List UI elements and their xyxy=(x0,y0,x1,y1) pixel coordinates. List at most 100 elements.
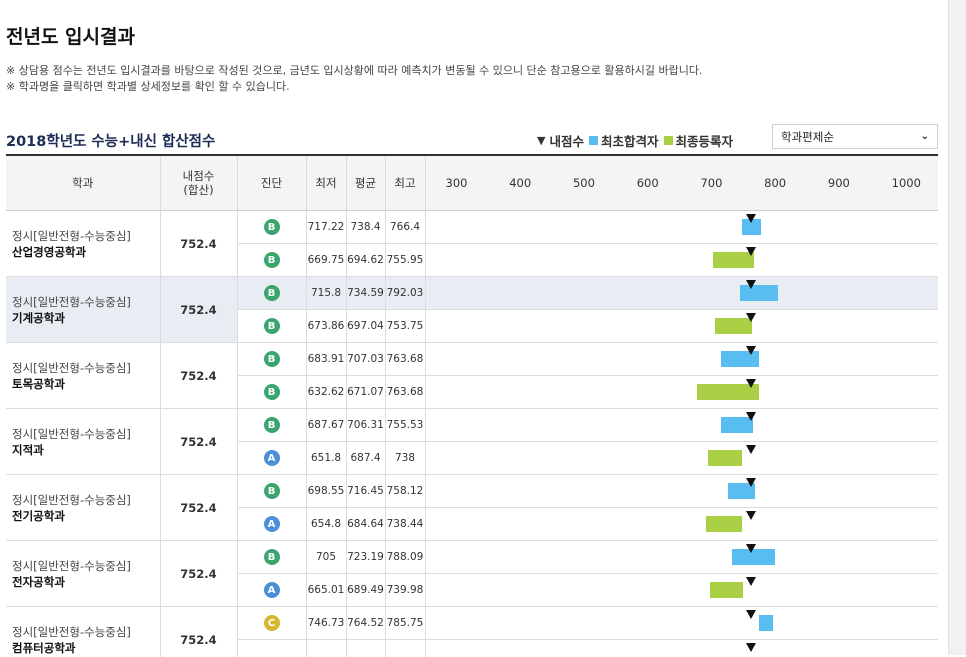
table-header-row: 학과 내점수 (합산) 진단 최저 평균 최고 3004005006007008… xyxy=(6,156,938,211)
score-range-chart xyxy=(425,640,938,657)
table-row: 정시[일반전형-수능중심]전자공학과752.4B705723.19788.09 xyxy=(6,541,938,574)
max-score-cell: 785.75 xyxy=(385,607,425,640)
min-score-cell: 705 xyxy=(306,541,346,574)
final-reg-bar xyxy=(708,450,742,466)
min-score-cell: 665.01 xyxy=(306,574,346,607)
avg-score-cell: 716.45 xyxy=(346,475,385,508)
diag-badge-b: B xyxy=(264,285,280,301)
my-score-cell: 752.4 xyxy=(160,409,237,475)
header-avg: 평균 xyxy=(346,156,385,211)
header-my-score: 내점수 (합산) xyxy=(160,156,237,211)
max-score-cell: 792.03 xyxy=(385,277,425,310)
dept-name-link[interactable]: 컴퓨터공학과 xyxy=(12,640,154,656)
avg-score-cell: 697.04 xyxy=(346,310,385,343)
diag-cell: A xyxy=(237,574,306,607)
my-score-marker xyxy=(746,214,756,223)
diag-cell: B xyxy=(237,310,306,343)
scale-tick-300: 300 xyxy=(446,176,468,190)
dept-name-link[interactable]: 기계공학과 xyxy=(12,310,154,326)
avg-score-cell: 694.62 xyxy=(346,244,385,277)
dept-cell[interactable]: 정시[일반전형-수능중심]산업경영공학과 xyxy=(6,211,160,277)
max-score-cell: 763.68 xyxy=(385,376,425,409)
diag-badge-b: B xyxy=(264,483,280,499)
dept-category: 정시[일반전형-수능중심] xyxy=(12,624,154,640)
diag-badge-b: B xyxy=(264,252,280,268)
diag-badge-b: B xyxy=(264,318,280,334)
dept-category: 정시[일반전형-수능중심] xyxy=(12,492,154,508)
min-score-cell: 687.67 xyxy=(306,409,346,442)
first-pass-bar xyxy=(740,285,778,301)
dept-cell[interactable]: 정시[일반전형-수능중심]기계공학과 xyxy=(6,277,160,343)
dept-name-link[interactable]: 토목공학과 xyxy=(12,376,154,392)
score-range-chart xyxy=(425,376,938,409)
dept-cell[interactable]: 정시[일반전형-수능중심]토목공학과 xyxy=(6,343,160,409)
my-score-marker xyxy=(746,610,756,619)
table-row: 정시[일반전형-수능중심]지적과752.4B687.67706.31755.53 xyxy=(6,409,938,442)
my-score-marker xyxy=(746,379,756,388)
chevron-down-icon: ⌄ xyxy=(921,131,929,142)
notice-reference: ※ 상담용 점수는 전년도 입시결과를 바탕으로 작성된 것으로, 금년도 입시… xyxy=(6,62,702,78)
diag-badge-b: B xyxy=(264,549,280,565)
avg-score-cell: 684.64 xyxy=(346,508,385,541)
my-score-marker xyxy=(746,247,756,256)
sort-select-value: 학과편제순 xyxy=(781,129,834,145)
dept-name-link[interactable]: 전자공학과 xyxy=(12,574,154,590)
min-score-cell xyxy=(306,640,346,657)
score-range-chart xyxy=(425,541,938,574)
page-title: 전년도 입시결과 xyxy=(6,22,135,49)
dept-cell[interactable]: 정시[일반전형-수능중심]전기공학과 xyxy=(6,475,160,541)
diag-cell xyxy=(237,640,306,657)
triangle-down-icon: ▼ xyxy=(537,134,545,147)
max-score-cell: 753.75 xyxy=(385,310,425,343)
header-max: 최고 xyxy=(385,156,425,211)
avg-score-cell: 707.03 xyxy=(346,343,385,376)
my-score-marker xyxy=(746,643,756,652)
legend-swatch-final-reg xyxy=(664,136,673,145)
diag-cell: B xyxy=(237,211,306,244)
score-range-chart xyxy=(425,343,938,376)
scale-tick-500: 500 xyxy=(573,176,595,190)
dept-category: 정시[일반전형-수능중심] xyxy=(12,228,154,244)
diag-badge-b: B xyxy=(264,219,280,235)
my-score-marker xyxy=(746,313,756,322)
diag-cell: B xyxy=(237,277,306,310)
my-score-marker xyxy=(746,280,756,289)
dept-name-link[interactable]: 지적과 xyxy=(12,442,154,458)
diag-cell: A xyxy=(237,508,306,541)
dept-name-link[interactable]: 전기공학과 xyxy=(12,508,154,524)
my-score-cell: 752.4 xyxy=(160,541,237,607)
dept-name-link[interactable]: 산업경영공학과 xyxy=(12,244,154,260)
scale-tick-700: 700 xyxy=(700,176,722,190)
header-dept: 학과 xyxy=(6,156,160,211)
min-score-cell: 654.8 xyxy=(306,508,346,541)
first-pass-bar xyxy=(759,615,773,631)
page-scrollbar[interactable] xyxy=(948,0,966,655)
dept-cell[interactable]: 정시[일반전형-수능중심]지적과 xyxy=(6,409,160,475)
dept-cell[interactable]: 정시[일반전형-수능중심]전자공학과 xyxy=(6,541,160,607)
min-score-cell: 683.91 xyxy=(306,343,346,376)
max-score-cell: 738.44 xyxy=(385,508,425,541)
max-score-cell: 755.53 xyxy=(385,409,425,442)
avg-score-cell: 734.59 xyxy=(346,277,385,310)
diag-badge-c: C xyxy=(264,615,280,631)
min-score-cell: 651.8 xyxy=(306,442,346,475)
sort-select[interactable]: 학과편제순 ⌄ xyxy=(772,124,938,149)
header-diag: 진단 xyxy=(237,156,306,211)
legend-swatch-first-pass xyxy=(589,136,598,145)
max-score-cell: 766.4 xyxy=(385,211,425,244)
notice-click-dept: ※ 학과명을 클릭하면 학과별 상세정보를 확인 할 수 있습니다. xyxy=(6,78,290,94)
dept-cell[interactable]: 정시[일반전형-수능중심]컴퓨터공학과 xyxy=(6,607,160,657)
my-score-marker xyxy=(746,346,756,355)
score-range-chart xyxy=(425,244,938,277)
results-table: 학과 내점수 (합산) 진단 최저 평균 최고 3004005006007008… xyxy=(6,156,938,657)
avg-score-cell: 671.07 xyxy=(346,376,385,409)
my-score-cell: 752.4 xyxy=(160,277,237,343)
min-score-cell: 673.86 xyxy=(306,310,346,343)
dept-category: 정시[일반전형-수능중심] xyxy=(12,426,154,442)
scale-tick-600: 600 xyxy=(637,176,659,190)
diag-cell: B xyxy=(237,343,306,376)
min-score-cell: 746.73 xyxy=(306,607,346,640)
my-score-marker xyxy=(746,445,756,454)
diag-badge-b: B xyxy=(264,351,280,367)
diag-badge-b: B xyxy=(264,384,280,400)
